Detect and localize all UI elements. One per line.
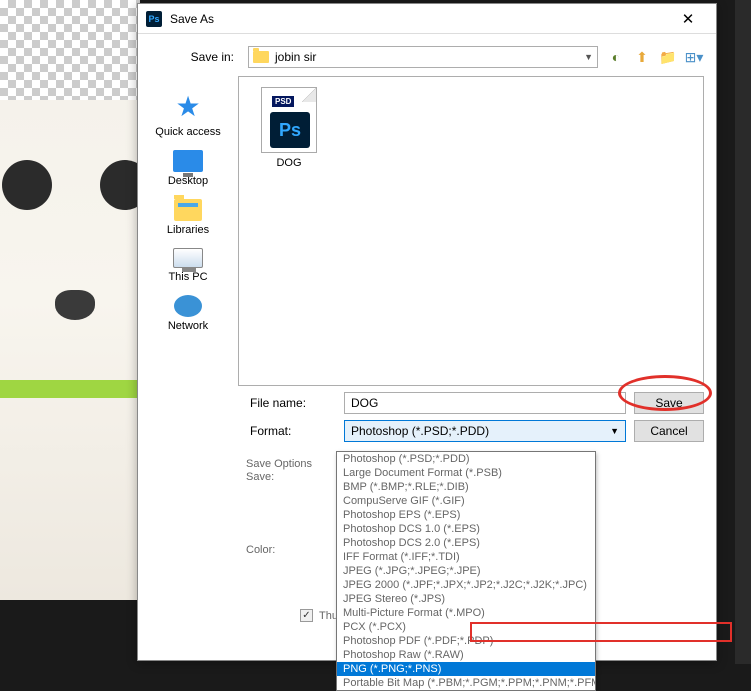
save-in-value: jobin sir xyxy=(275,50,316,64)
view-menu-icon[interactable]: ⊞▾ xyxy=(684,47,704,67)
format-option[interactable]: Photoshop DCS 1.0 (*.EPS) xyxy=(337,522,595,536)
libraries-icon xyxy=(174,199,202,221)
close-button[interactable]: ✕ xyxy=(668,5,708,33)
titlebar: Ps Save As ✕ xyxy=(138,4,716,34)
format-option[interactable]: JPEG Stereo (*.JPS) xyxy=(337,592,595,606)
folder-icon xyxy=(253,51,269,63)
chevron-down-icon: ▼ xyxy=(584,52,593,62)
photoshop-icon: Ps xyxy=(146,11,162,27)
file-name-label: File name: xyxy=(150,396,336,410)
format-option[interactable]: CompuServe GIF (*.GIF) xyxy=(337,494,595,508)
app-edge xyxy=(735,0,751,664)
sidebar-item-this-pc[interactable]: This PC xyxy=(164,244,211,287)
format-option[interactable]: Photoshop PDF (*.PDF;*.PDP) xyxy=(337,634,595,648)
new-folder-icon[interactable]: 📁 xyxy=(658,47,678,67)
back-icon[interactable]: ◐ xyxy=(606,47,626,67)
format-dropdown-list[interactable]: Photoshop (*.PSD;*.PDD)Large Document Fo… xyxy=(336,451,596,691)
up-icon[interactable]: ⬆ xyxy=(632,47,652,67)
cancel-button[interactable]: Cancel xyxy=(634,420,704,442)
chevron-down-icon: ▼ xyxy=(610,426,619,436)
checkbox-thumbnail xyxy=(300,609,313,622)
format-label: Format: xyxy=(150,424,336,438)
format-option[interactable]: Photoshop (*.PSD;*.PDD) xyxy=(337,452,595,466)
sidebar-item-libraries[interactable]: Libraries xyxy=(163,195,213,240)
save-options-group: Save Options Save: Color: Thumbnail Phot… xyxy=(138,454,716,626)
format-value: Photoshop (*.PSD;*.PDD) xyxy=(351,424,489,438)
format-option[interactable]: Photoshop EPS (*.EPS) xyxy=(337,508,595,522)
sidebar-item-quick-access[interactable]: ★ Quick access xyxy=(151,86,224,142)
save-in-label: Save in: xyxy=(150,50,240,64)
psd-file-icon: PSD Ps xyxy=(261,87,317,153)
star-icon: ★ xyxy=(175,90,200,123)
format-option[interactable]: IFF Format (*.IFF;*.TDI) xyxy=(337,550,595,564)
format-option[interactable]: JPEG (*.JPG;*.JPEG;*.JPE) xyxy=(337,564,595,578)
network-icon xyxy=(174,295,202,317)
file-item-dog[interactable]: PSD Ps DOG xyxy=(249,87,329,169)
format-option[interactable]: Portable Bit Map (*.PBM;*.PGM;*.PPM;*.PN… xyxy=(337,676,595,690)
file-label: DOG xyxy=(276,157,301,169)
dialog-title: Save As xyxy=(170,12,668,26)
sidebar-item-network[interactable]: Network xyxy=(164,291,212,336)
file-list[interactable]: PSD Ps DOG xyxy=(238,76,704,386)
dog-image xyxy=(0,100,140,600)
transparency-checker xyxy=(0,0,140,100)
format-option[interactable]: Photoshop DCS 2.0 (*.EPS) xyxy=(337,536,595,550)
format-option[interactable]: JPEG 2000 (*.JPF;*.JPX;*.JP2;*.J2C;*.J2K… xyxy=(337,578,595,592)
monitor-icon xyxy=(173,150,203,172)
format-option[interactable]: PNG (*.PNG;*.PNS) xyxy=(337,662,595,676)
format-combo[interactable]: Photoshop (*.PSD;*.PDD) ▼ xyxy=(344,420,626,442)
format-option[interactable]: Multi-Picture Format (*.MPO) xyxy=(337,606,595,620)
places-sidebar: ★ Quick access Desktop Libraries This PC… xyxy=(138,76,238,386)
format-option[interactable]: Large Document Format (*.PSB) xyxy=(337,466,595,480)
pc-icon xyxy=(173,248,203,268)
save-button[interactable]: Save xyxy=(634,392,704,414)
format-option[interactable]: Photoshop Raw (*.RAW) xyxy=(337,648,595,662)
format-option[interactable]: PCX (*.PCX) xyxy=(337,620,595,634)
format-option[interactable]: BMP (*.BMP;*.RLE;*.DIB) xyxy=(337,480,595,494)
sidebar-item-desktop[interactable]: Desktop xyxy=(164,146,212,191)
save-as-dialog: Ps Save As ✕ Save in: jobin sir ▼ ◐ ⬆ 📁 … xyxy=(137,3,717,661)
save-in-combo[interactable]: jobin sir ▼ xyxy=(248,46,598,68)
file-name-input[interactable] xyxy=(344,392,626,414)
